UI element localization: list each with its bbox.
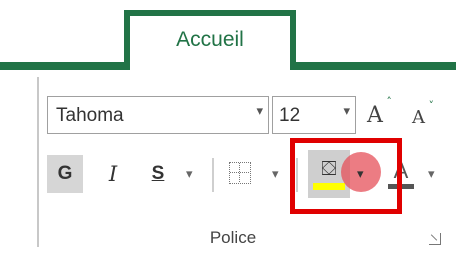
font-size-combo[interactable]: 12 ▾ bbox=[272, 96, 356, 134]
highlight-annotation bbox=[290, 138, 402, 214]
font-size-value: 12 bbox=[279, 105, 301, 126]
group-label-police: Police bbox=[209, 228, 257, 247]
decrease-font-size-button[interactable]: A ˅ bbox=[412, 99, 434, 128]
increase-font-size-label: A bbox=[367, 103, 383, 128]
ribbon-border bbox=[37, 77, 39, 247]
arrow-down-icon: ˅ bbox=[428, 99, 435, 112]
borders-icon bbox=[229, 162, 251, 184]
font-size-dropdown-icon[interactable]: ▾ bbox=[343, 103, 350, 119]
arrow-up-icon: ˄ bbox=[386, 95, 392, 108]
font-color-dropdown-icon[interactable]: ▾ bbox=[428, 166, 435, 182]
underline-button[interactable]: S bbox=[144, 155, 172, 193]
font-name-dropdown-icon[interactable]: ▾ bbox=[256, 103, 263, 119]
underline-dropdown-icon[interactable]: ▾ bbox=[186, 166, 193, 182]
separator bbox=[212, 158, 214, 192]
decrease-font-size-label: A bbox=[412, 107, 425, 128]
dialog-launcher-icon[interactable] bbox=[429, 233, 441, 245]
bold-button[interactable]: G bbox=[47, 155, 83, 193]
increase-font-size-button[interactable]: A ˄ bbox=[367, 95, 392, 128]
tab-accueil-label: Accueil bbox=[176, 28, 244, 51]
borders-dropdown-icon[interactable]: ▾ bbox=[272, 166, 279, 182]
italic-button[interactable]: I bbox=[98, 155, 128, 193]
borders-button[interactable] bbox=[225, 157, 255, 189]
font-name-value: Tahoma bbox=[56, 105, 124, 126]
font-name-combo[interactable]: Tahoma ▾ bbox=[47, 96, 269, 134]
